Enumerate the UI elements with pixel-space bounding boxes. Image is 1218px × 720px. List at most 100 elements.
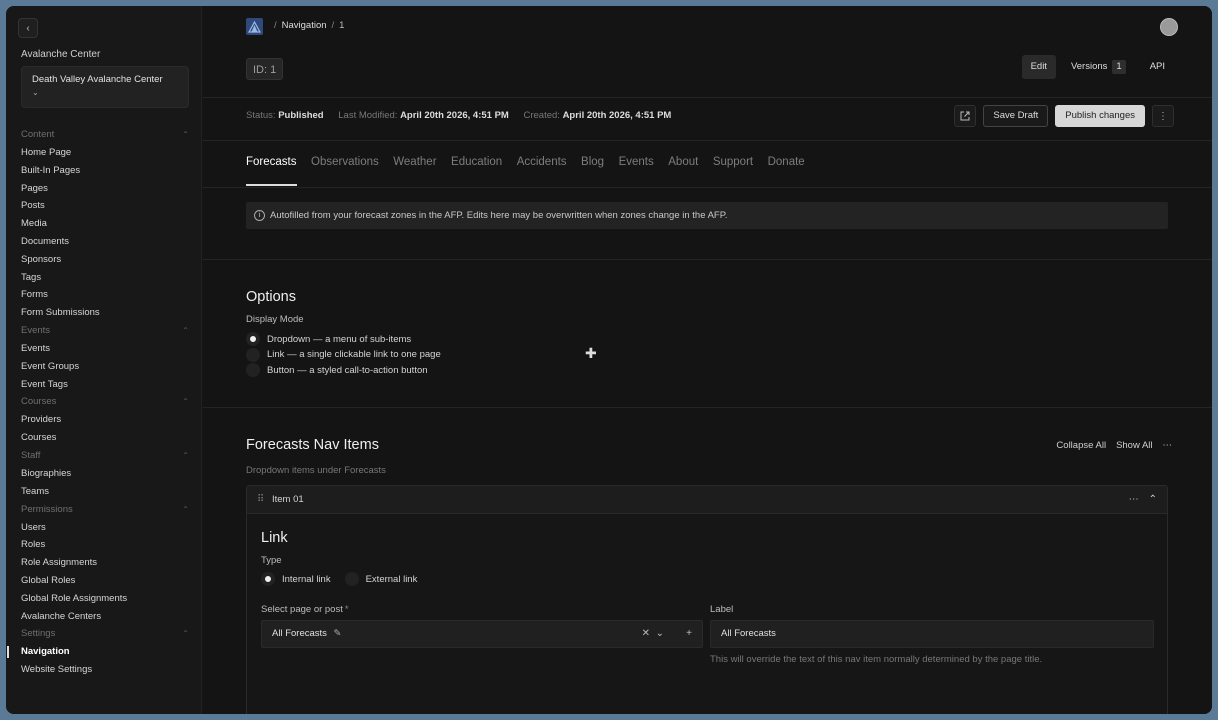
sidebar-group-courses[interactable]: Courses ⌃ <box>21 393 189 411</box>
sidebar-item-global-roles[interactable]: Global Roles <box>21 572 189 590</box>
created-value: April 20th 2026, 4:51 PM <box>562 110 672 121</box>
more-options-button[interactable]: ⋮ <box>1152 105 1174 127</box>
sidebar-item-role-assignments[interactable]: Role Assignments <box>21 554 189 572</box>
divider <box>203 259 1212 260</box>
tab-weather[interactable]: Weather <box>393 156 436 186</box>
sidebar-item-teams[interactable]: Teams <box>21 483 189 501</box>
sidebar-item-sponsors[interactable]: Sponsors <box>21 251 189 269</box>
sidebar-item-forms[interactable]: Forms <box>21 286 189 304</box>
show-all-button[interactable]: Show All <box>1116 440 1152 451</box>
sidebar-item-form-submissions[interactable]: Form Submissions <box>21 304 189 322</box>
nav-item-card: ⠿ Item 01 ⋯ ⌃ Link Type Internal link Ex… <box>246 485 1168 714</box>
sidebar-group-label: Courses <box>21 396 57 408</box>
sidebar-item-navigation[interactable]: Navigation <box>7 643 189 661</box>
page-select-field[interactable]: All Forecasts ✎ ✕ ⌄ + <box>261 620 703 648</box>
tab-support[interactable]: Support <box>713 156 753 186</box>
document-status-bar: Status: Published Last Modified: April 2… <box>246 110 683 121</box>
radio-internal-link[interactable] <box>261 572 275 586</box>
select-page-label: Select page or post * <box>261 604 349 615</box>
label-input-value: All Forecasts <box>721 628 776 639</box>
sidebar-item-event-groups[interactable]: Event Groups <box>21 358 189 376</box>
tab-about[interactable]: About <box>668 156 698 186</box>
more-horizontal-icon[interactable]: ⋯ <box>1163 440 1173 451</box>
radio-external-link[interactable] <box>344 572 359 586</box>
display-mode-option[interactable]: Link — a single clickable link to one pa… <box>246 347 441 362</box>
sidebar-item-courses[interactable]: Courses <box>21 429 189 447</box>
display-mode-option[interactable]: Dropdown — a menu of sub-items <box>246 332 411 346</box>
tab-observations[interactable]: Observations <box>311 156 379 186</box>
sidebar-group-permissions[interactable]: Permissions ⌃ <box>21 501 189 519</box>
save-draft-button[interactable]: Save Draft <box>983 105 1049 127</box>
mountain-logo-icon <box>248 20 261 33</box>
nav-item-title: Item 01 <box>272 494 304 505</box>
tab-events[interactable]: Events <box>619 156 654 186</box>
clear-icon[interactable]: ✕ <box>642 621 650 647</box>
tab-forecasts[interactable]: Forecasts <box>246 156 297 186</box>
edit-icon[interactable]: ✎ <box>334 628 342 639</box>
chevron-up-icon[interactable]: ⌃ <box>1149 486 1157 514</box>
app-logo[interactable] <box>246 18 263 35</box>
sidebar-item-roles[interactable]: Roles <box>21 536 189 554</box>
sidebar-item-home-page[interactable]: Home Page <box>21 144 189 162</box>
sidebar-item-built-in-pages[interactable]: Built-In Pages <box>21 162 189 180</box>
tab-education[interactable]: Education <box>451 156 502 186</box>
sidebar-item-biographies[interactable]: Biographies <box>21 465 189 483</box>
sidebar-item-posts[interactable]: Posts <box>21 197 189 215</box>
item-more-icon[interactable]: ⋯ <box>1129 486 1139 514</box>
sidebar-nav: Content ⌃ Home Page Built-In Pages Pages Post… <box>7 126 189 679</box>
topbar: / Navigation/1 <box>203 6 1212 46</box>
sidebar-item-documents[interactable]: Documents <box>21 233 189 251</box>
sidebar-group-settings[interactable]: Settings ⌃ <box>21 625 189 643</box>
collapse-all-button[interactable]: Collapse All <box>1056 440 1106 451</box>
sidebar-item-providers[interactable]: Providers <box>21 411 189 429</box>
type-radio-group: Internal link External link <box>261 572 417 586</box>
nav-items-title: Forecasts Nav Items <box>246 437 379 453</box>
sidebar-group-content[interactable]: Content ⌃ <box>21 126 189 144</box>
tab-blog[interactable]: Blog <box>581 156 604 186</box>
tab-versions-label: Versions <box>1070 61 1108 72</box>
radio-button[interactable] <box>246 332 260 346</box>
document-actions: Save Draft Publish changes ⋮ <box>954 105 1174 127</box>
external-link-label: External link <box>365 573 418 585</box>
add-icon[interactable]: + <box>686 621 692 647</box>
sidebar-item-pages[interactable]: Pages <box>21 180 189 198</box>
sidebar-item-users[interactable]: Users <box>21 519 189 537</box>
divider <box>203 140 1212 141</box>
tab-donate[interactable]: Donate <box>768 156 805 186</box>
radio-button[interactable] <box>246 363 260 377</box>
tab-versions[interactable]: Versions 1 <box>1062 55 1135 79</box>
tab-accidents[interactable]: Accidents <box>517 156 567 186</box>
label-input[interactable]: All Forecasts <box>710 620 1154 648</box>
nav-item-header[interactable]: ⠿ Item 01 ⋯ ⌃ <box>247 486 1167 514</box>
sidebar-item-tags[interactable]: Tags <box>21 269 189 287</box>
sidebar-item-media[interactable]: Media <box>21 215 189 233</box>
tab-api[interactable]: API <box>1141 55 1174 79</box>
sidebar-item-event-tags[interactable]: Event Tags <box>21 376 189 394</box>
sidebar-item-global-role-assignments[interactable]: Global Role Assignments <box>21 590 189 608</box>
open-external-button[interactable] <box>954 105 977 127</box>
sidebar-item-website-settings[interactable]: Website Settings <box>21 661 189 679</box>
publish-button[interactable]: Publish changes <box>1055 105 1145 127</box>
avatar[interactable] <box>1160 18 1178 36</box>
avalanche-center-select[interactable]: Death Valley Avalanche Center ⌄ <box>21 66 189 108</box>
sidebar-item-avalanche-centers[interactable]: Avalanche Centers <box>21 608 189 626</box>
radio-button[interactable] <box>246 347 260 362</box>
chevron-up-icon: ⌃ <box>182 325 189 335</box>
sidebar-group-label: Permissions <box>21 503 73 515</box>
breadcrumb-section[interactable]: Navigation <box>282 20 327 31</box>
sidebar-group-label: Events <box>21 324 51 336</box>
back-button[interactable]: ‹ <box>18 18 38 38</box>
drag-handle-icon[interactable]: ⠿ <box>257 486 264 514</box>
display-mode-option[interactable]: Button — a styled call-to-action button <box>246 363 428 377</box>
move-cursor-icon: ✚ <box>585 345 597 361</box>
chevron-down-icon[interactable]: ⌄ <box>656 621 664 647</box>
sidebar-item-events[interactable]: Events <box>21 340 189 358</box>
sidebar-group-events[interactable]: Events ⌃ <box>21 322 189 340</box>
sidebar-group-staff[interactable]: Staff ⌃ <box>21 447 189 465</box>
sidebar-group-label: Settings <box>21 628 56 640</box>
status-label: Status: <box>246 110 276 121</box>
external-link-icon <box>960 111 970 121</box>
select-page-label-text: Select page or post <box>261 604 343 615</box>
tab-edit[interactable]: Edit <box>1021 55 1056 79</box>
chevron-down-icon: ⌄ <box>32 88 39 97</box>
